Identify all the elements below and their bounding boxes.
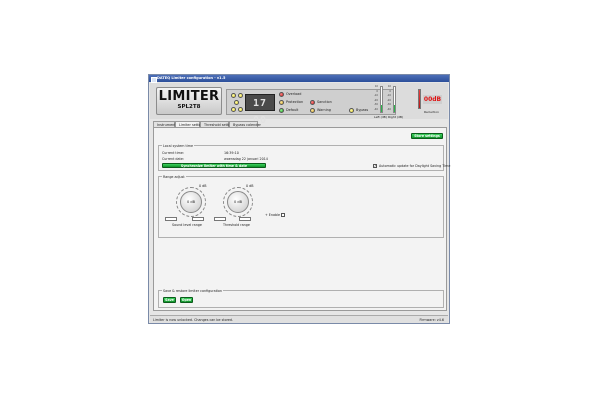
right-meter-caption: Right (dB) xyxy=(388,114,404,119)
left-level-meter xyxy=(380,86,383,113)
default-led-icon xyxy=(279,108,284,113)
logo-model: SPL2T8 xyxy=(177,104,201,110)
threshold-min-input[interactable] xyxy=(214,217,226,221)
knob2-max-label: 0 dB xyxy=(246,184,254,188)
current-date-value: woensdag 22 januari 2014 xyxy=(224,157,268,161)
reduction-caption: Reduction xyxy=(424,110,439,114)
indicator-led-icon xyxy=(234,100,239,105)
local-time-group: Local system time Current time: 16:39:10… xyxy=(158,143,450,171)
left-level-fill xyxy=(381,104,382,112)
right-level-meter xyxy=(393,86,396,113)
meter-scale-left: 10 0 -10 -20 -30 -40 xyxy=(373,85,378,111)
overload-label: Overload xyxy=(286,92,302,96)
header-panel: LIMITER SPL2T8 17 00 Overload Protection… xyxy=(150,83,448,126)
open-button[interactable]: Open xyxy=(180,297,193,303)
dst-checkbox[interactable]: ✓ xyxy=(373,163,377,168)
knob1-max-label: 0 dB xyxy=(199,184,207,188)
title-bar: DATEQ Limiter configuration - v1.5 xyxy=(149,75,449,83)
right-level-fill xyxy=(394,104,395,112)
threshold-caption: Threshold range xyxy=(223,223,250,227)
sanction-label: Sanction xyxy=(317,100,332,104)
meter-scale-right: 10 0 -10 -20 -30 -40 xyxy=(386,85,391,111)
store-settings-button[interactable]: Store settings xyxy=(411,133,443,139)
window-title: DATEQ Limiter configuration - v1.5 xyxy=(157,76,226,80)
status-message: Limiter is now unlocked. Changes can be … xyxy=(153,318,234,322)
reduction-indicator: 00dB Reduction xyxy=(418,89,442,115)
protection-label: Protection xyxy=(286,100,304,104)
reduction-value: 00dB xyxy=(423,95,442,104)
enable-label: + Enable xyxy=(265,213,281,217)
save-restore-label: Save & restore limiter configuration xyxy=(162,288,224,293)
save-button[interactable]: Save xyxy=(163,297,176,303)
default-label: Default xyxy=(286,108,299,112)
indicator-led-icon xyxy=(238,107,243,112)
sound-level-value: 0 dB xyxy=(187,200,195,204)
warning-label: Warning xyxy=(317,108,331,112)
range-adjust-group: Range adjust 0 dB 0 dB Sound level range… xyxy=(158,174,444,238)
tab-content: Store settings Local system time Current… xyxy=(153,127,450,311)
bypass-label: Bypass xyxy=(356,108,369,112)
dst-label: Automatic update for Daylight Saving Tim… xyxy=(379,163,451,168)
indicator-led-icon xyxy=(231,93,236,98)
app-icon xyxy=(151,76,157,83)
status-panel: 17 00 Overload Protection Default Sancti… xyxy=(226,89,396,126)
bypass-led-icon xyxy=(349,108,354,113)
logo-title: LIMITER xyxy=(158,89,220,104)
sound-level-min-input[interactable] xyxy=(165,217,177,221)
overload-led-icon xyxy=(279,92,284,97)
enable-checkbox[interactable] xyxy=(281,212,285,217)
limiter-logo: LIMITER SPL2T8 xyxy=(156,87,222,115)
sound-level-max-input[interactable] xyxy=(192,217,204,221)
firmware-version: Firmware: v4.6 xyxy=(419,318,444,322)
current-time-label: Current time: xyxy=(162,151,184,155)
sanction-led-icon xyxy=(310,100,315,105)
indicator-led-icon xyxy=(238,93,243,98)
current-date-label: Current date: xyxy=(162,157,184,161)
threshold-knob[interactable]: 0 dB xyxy=(227,191,249,213)
threshold-value: 0 dB xyxy=(234,200,242,204)
current-time-value: 16:39:10 xyxy=(224,151,239,155)
threshold-max-input[interactable] xyxy=(239,217,251,221)
save-restore-group: Save & restore limiter configuration Sav… xyxy=(158,288,444,308)
reduction-bar xyxy=(418,89,421,109)
app-window: DATEQ Limiter configuration - v1.5 LIMIT… xyxy=(148,74,450,324)
status-bar: Limiter is now unlocked. Changes can be … xyxy=(150,315,448,323)
range-adjust-label: Range adjust xyxy=(162,174,186,179)
sound-level-knob[interactable]: 0 dB xyxy=(180,191,202,213)
sync-time-button[interactable]: Synchronize limiter with time & date xyxy=(162,163,266,168)
sound-level-caption: Sound level range xyxy=(172,223,202,227)
warning-led-icon xyxy=(310,108,315,113)
protection-led-icon xyxy=(279,100,284,105)
level-meters: 10 0 -10 -20 -30 -40 10 0 -10 -20 -30 -4… xyxy=(372,85,412,119)
level-display: 17 00 xyxy=(245,94,275,126)
left-meter-caption: Left (dB) xyxy=(374,114,387,119)
indicator-led-icon xyxy=(231,107,236,112)
local-time-label: Local system time xyxy=(162,143,195,148)
